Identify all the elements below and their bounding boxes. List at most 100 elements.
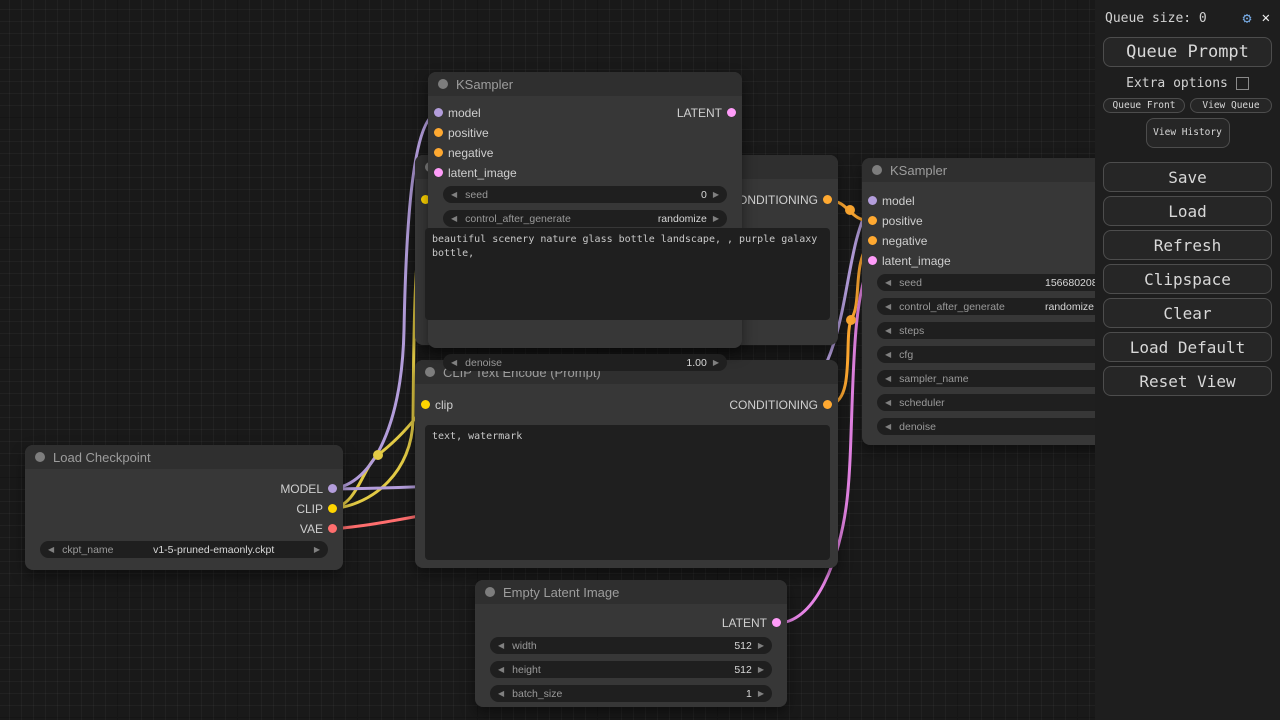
conditioning-output-slot[interactable] <box>823 195 832 204</box>
decrement-arrow-icon[interactable]: ◀ <box>451 190 457 199</box>
widget-value: randomize <box>658 213 707 225</box>
decrement-arrow-icon[interactable]: ◀ <box>885 374 891 383</box>
negative-input-slot[interactable] <box>868 236 877 245</box>
increment-arrow-icon[interactable]: ▶ <box>314 545 320 554</box>
latent-image-input-slot[interactable] <box>868 256 877 265</box>
decrement-arrow-icon[interactable]: ◀ <box>48 545 54 554</box>
collapse-dot-icon[interactable] <box>485 587 495 597</box>
batch-size-widget[interactable]: ◀ batch_size 1 ▶ <box>490 685 772 702</box>
model-output-slot[interactable] <box>328 484 337 493</box>
increment-arrow-icon[interactable]: ▶ <box>758 641 764 650</box>
positive-input-slot[interactable] <box>868 216 877 225</box>
negative-prompt-textarea[interactable]: text, watermark <box>425 425 830 560</box>
view-history-row: View History <box>1095 118 1280 148</box>
io-row: latent_image <box>428 163 742 183</box>
increment-arrow-icon[interactable]: ▶ <box>713 358 719 367</box>
reset-view-button[interactable]: Reset View <box>1103 366 1272 396</box>
node-title-bar[interactable]: Empty Latent Image <box>475 580 787 604</box>
conditioning-output-slot[interactable] <box>823 400 832 409</box>
width-widget[interactable]: ◀ width 512 ▶ <box>490 637 772 654</box>
refresh-button[interactable]: Refresh <box>1103 230 1272 260</box>
queue-prompt-button[interactable]: Queue Prompt <box>1103 37 1272 67</box>
load-button[interactable]: Load <box>1103 196 1272 226</box>
latent-output-slot[interactable] <box>772 618 781 627</box>
widget-name: seed <box>899 277 922 289</box>
extra-options-row: Extra options <box>1095 76 1280 91</box>
io-row: VAE <box>25 519 343 539</box>
node-title-bar[interactable]: KSampler <box>428 72 742 96</box>
decrement-arrow-icon[interactable]: ◀ <box>885 422 891 431</box>
positive-prompt-textarea[interactable]: beautiful scenery nature glass bottle la… <box>425 228 830 320</box>
ckpt-name-widget[interactable]: ◀ ckpt_name v1-5-pruned-emaonly.ckpt ▶ <box>40 541 328 558</box>
node-load-checkpoint[interactable]: Load Checkpoint MODEL CLIP VAE ◀ ckpt_na… <box>25 445 343 570</box>
node-empty-latent-image[interactable]: Empty Latent Image LATENT ◀ width 512 ▶ … <box>475 580 787 707</box>
widget-name: scheduler <box>899 397 945 409</box>
latent-output-slot[interactable] <box>727 108 736 117</box>
increment-arrow-icon[interactable]: ▶ <box>758 665 764 674</box>
model-input-slot[interactable] <box>868 196 877 205</box>
collapse-dot-icon[interactable] <box>35 452 45 462</box>
extra-options-label: Extra options <box>1126 76 1228 91</box>
clear-button[interactable]: Clear <box>1103 298 1272 328</box>
seed-widget[interactable]: ◀ seed 0 ▶ <box>443 186 727 203</box>
widget-value: v1-5-pruned-emaonly.ckpt <box>153 544 274 556</box>
increment-arrow-icon[interactable]: ▶ <box>713 190 719 199</box>
extra-options-checkbox[interactable] <box>1236 77 1249 90</box>
widget-value: 512 <box>734 640 752 652</box>
collapse-dot-icon[interactable] <box>872 165 882 175</box>
decrement-arrow-icon[interactable]: ◀ <box>885 326 891 335</box>
queue-front-button[interactable]: Queue Front <box>1103 98 1185 113</box>
collapse-dot-icon[interactable] <box>438 79 448 89</box>
positive-input-slot[interactable] <box>434 128 443 137</box>
widget-name: batch_size <box>512 688 562 700</box>
queue-buttons-row: Queue Front View Queue <box>1095 91 1280 113</box>
io-row: negative <box>428 143 742 163</box>
clip-input-slot[interactable] <box>421 400 430 409</box>
widget-value: 1.00 <box>686 357 706 369</box>
io-row: clip CONDITIONING <box>415 395 838 415</box>
settings-gear-icon[interactable]: ⚙ <box>1243 9 1252 27</box>
increment-arrow-icon[interactable]: ▶ <box>758 689 764 698</box>
model-input-slot[interactable] <box>434 108 443 117</box>
increment-arrow-icon[interactable]: ▶ <box>713 214 719 223</box>
view-queue-button[interactable]: View Queue <box>1190 98 1272 113</box>
io-row: positive <box>428 123 742 143</box>
link-clip-to-positive-prompt <box>331 201 426 509</box>
widget-value: 512 <box>734 664 752 676</box>
decrement-arrow-icon[interactable]: ◀ <box>885 278 891 287</box>
node-title: Load Checkpoint <box>53 450 151 465</box>
save-button[interactable]: Save <box>1103 162 1272 192</box>
clipspace-button[interactable]: Clipspace <box>1103 264 1272 294</box>
clip-output-slot[interactable] <box>328 504 337 513</box>
denoise-widget[interactable]: ◀ denoise 1.00 ▶ <box>443 354 727 371</box>
widget-name: ckpt_name <box>62 544 113 556</box>
widget-name: seed <box>465 189 488 201</box>
negative-input-slot[interactable] <box>434 148 443 157</box>
vae-output-slot[interactable] <box>328 524 337 533</box>
decrement-arrow-icon[interactable]: ◀ <box>885 398 891 407</box>
decrement-arrow-icon[interactable]: ◀ <box>885 302 891 311</box>
control-after-generate-widget[interactable]: ◀ control_after_generate randomize ▶ <box>443 210 727 227</box>
load-default-button[interactable]: Load Default <box>1103 332 1272 362</box>
latent-image-input-slot[interactable] <box>434 168 443 177</box>
decrement-arrow-icon[interactable]: ◀ <box>451 358 457 367</box>
io-row: CLIP <box>25 499 343 519</box>
decrement-arrow-icon[interactable]: ◀ <box>498 641 504 650</box>
decrement-arrow-icon[interactable]: ◀ <box>498 665 504 674</box>
decrement-arrow-icon[interactable]: ◀ <box>885 350 891 359</box>
node-title-bar[interactable]: Load Checkpoint <box>25 445 343 469</box>
decrement-arrow-icon[interactable]: ◀ <box>451 214 457 223</box>
collapse-dot-icon[interactable] <box>425 367 435 377</box>
output-label: CONDITIONING <box>729 398 838 412</box>
widget-name: width <box>512 640 537 652</box>
output-label: CONDITIONING <box>729 193 838 207</box>
view-history-button[interactable]: View History <box>1146 118 1230 148</box>
decrement-arrow-icon[interactable]: ◀ <box>498 689 504 698</box>
node-canvas[interactable]: CLIP Text Encode (Prompt) clip CONDITION… <box>0 0 1280 720</box>
height-widget[interactable]: ◀ height 512 ▶ <box>490 661 772 678</box>
menu-panel: Queue size: 0 ⚙ ✕ Queue Prompt Extra opt… <box>1095 0 1280 720</box>
widget-name: denoise <box>899 421 936 433</box>
link-midpoint-dot <box>846 315 856 325</box>
close-icon[interactable]: ✕ <box>1262 10 1270 26</box>
widget-name: control_after_generate <box>899 301 1005 313</box>
